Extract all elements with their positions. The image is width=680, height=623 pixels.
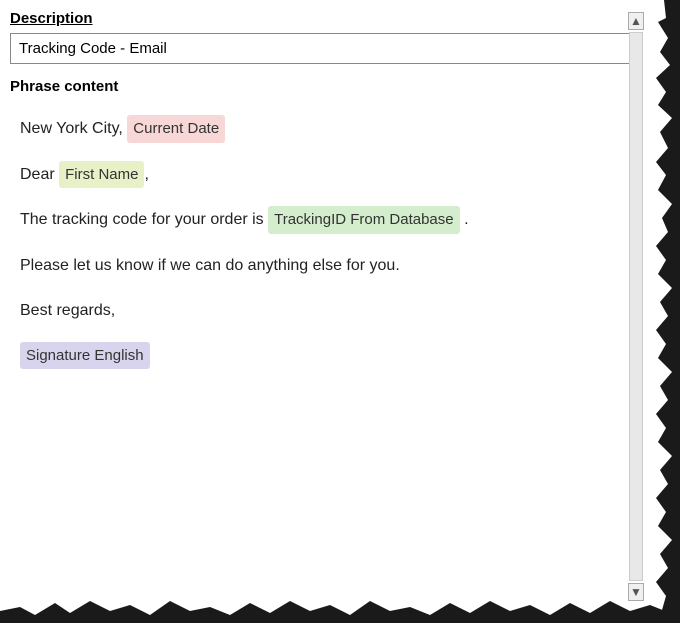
tag-current-date: Current Date bbox=[127, 115, 225, 143]
text-best-regards: Best regards, bbox=[20, 302, 115, 319]
paragraph-4: Please let us know if we can do anything… bbox=[20, 252, 604, 279]
text-period: . bbox=[460, 211, 469, 228]
text-dear: Dear bbox=[20, 166, 59, 183]
description-input[interactable] bbox=[10, 33, 634, 64]
content-area: Description Phrase content New York City… bbox=[10, 10, 634, 603]
text-tracking-intro: The tracking code for your order is bbox=[20, 211, 268, 228]
paragraph-6: Signature English bbox=[20, 342, 604, 370]
main-container: Description Phrase content New York City… bbox=[0, 0, 680, 623]
tag-first-name: First Name bbox=[59, 161, 144, 189]
scroll-up-button[interactable]: ▲ bbox=[628, 12, 644, 30]
paragraph-1: New York City, Current Date bbox=[20, 115, 604, 143]
tag-signature-english: Signature English bbox=[20, 342, 150, 370]
description-label: Description bbox=[10, 10, 634, 27]
paragraph-5: Best regards, bbox=[20, 297, 604, 324]
paragraph-3: The tracking code for your order is Trac… bbox=[20, 206, 604, 234]
phrase-editor-inner: New York City, Current Date Dear First N… bbox=[10, 105, 634, 379]
tag-tracking-id: TrackingID From Database bbox=[268, 206, 460, 234]
phrase-editor: New York City, Current Date Dear First N… bbox=[10, 105, 634, 379]
scrollbar: ▲ ▼ bbox=[628, 10, 644, 603]
text-newyork: New York City, bbox=[20, 120, 127, 137]
text-comma: , bbox=[144, 166, 148, 183]
phrase-content-label: Phrase content bbox=[10, 78, 634, 95]
scroll-down-button[interactable]: ▼ bbox=[628, 583, 644, 601]
text-please: Please let us know if we can do anything… bbox=[20, 257, 400, 274]
paragraph-2: Dear First Name, bbox=[20, 161, 604, 189]
scroll-track[interactable] bbox=[629, 32, 643, 581]
